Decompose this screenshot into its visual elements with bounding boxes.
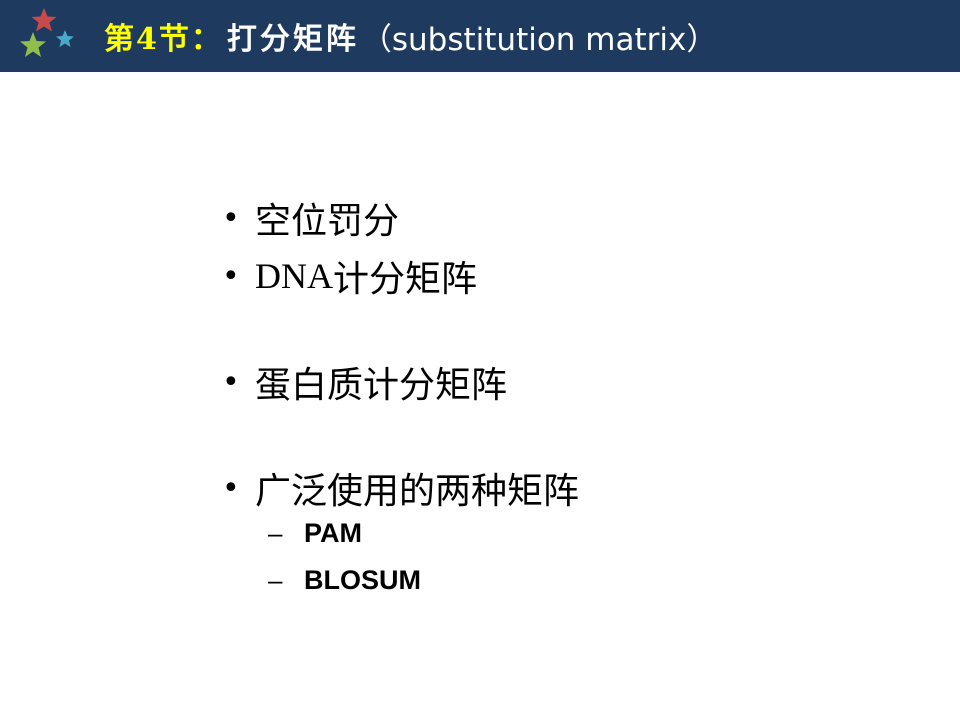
slide: 第4节： 打分矩阵 （substitution matrix） • 空位罚分 •… xyxy=(0,0,960,720)
bullet-item-gap-penalty: • 空位罚分 xyxy=(222,192,399,244)
bullet-item-common-matrices: • 广泛使用的两种矩阵 xyxy=(222,462,579,514)
sub-bullet-text: BLOSUM xyxy=(304,565,421,595)
bullet-text-latin: DNA xyxy=(255,256,333,296)
blue-star-icon xyxy=(56,30,74,47)
red-star-icon xyxy=(31,8,57,32)
stars-logo-icon xyxy=(20,8,74,57)
title-section-number: 第4节： xyxy=(104,22,223,57)
header-bar: 第4节： 打分矩阵 （substitution matrix） xyxy=(0,0,960,72)
sub-bullet-text: PAM xyxy=(304,518,362,548)
bullet-text: 空位罚分 xyxy=(255,201,400,242)
bullet-item-protein-matrix: • 蛋白质计分矩阵 xyxy=(222,356,507,408)
bullet-marker: • xyxy=(222,200,240,236)
sub-bullet-item-blosum: – BLOSUM xyxy=(268,565,421,596)
bullet-marker: • xyxy=(222,364,240,400)
bullet-text: 计分矩阵 xyxy=(333,259,478,300)
sub-bullet-marker: – xyxy=(268,518,283,548)
bullet-item-dna-matrix: • DNA 计分矩阵 xyxy=(222,250,477,302)
title-main-text: 打分矩阵 xyxy=(226,22,359,57)
sub-bullet-marker: – xyxy=(268,565,283,595)
bullet-marker: • xyxy=(222,470,240,506)
bullet-text: 蛋白质计分矩阵 xyxy=(255,365,508,406)
slide-title: 第4节： 打分矩阵 （substitution matrix） xyxy=(104,0,717,72)
green-star-icon xyxy=(20,32,46,57)
bullet-text: 广泛使用的两种矩阵 xyxy=(255,471,580,512)
bullet-marker: • xyxy=(222,258,240,294)
sub-bullet-item-pam: – PAM xyxy=(268,518,362,549)
title-english-text: （substitution matrix） xyxy=(360,21,718,58)
